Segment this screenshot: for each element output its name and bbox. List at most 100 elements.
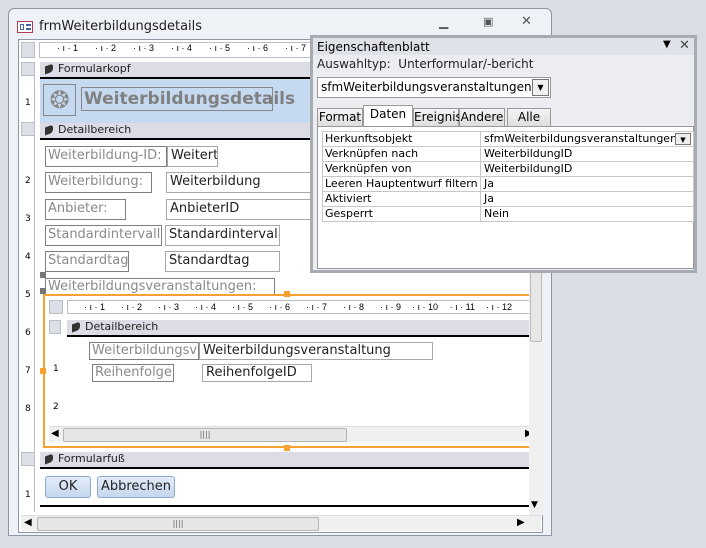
property-sheet-title: Eigenschaftenblatt	[317, 40, 430, 54]
subform-field-textbox[interactable]: Weiterbildungsveranstaltung	[199, 342, 433, 360]
subform-section-bar-detail[interactable]: Detailbereich	[67, 320, 537, 337]
ok-button[interactable]: OK	[45, 476, 91, 498]
selection-type-caption: Auswahltyp:	[317, 57, 391, 71]
property-row[interactable]: Aktiviert Ja	[323, 192, 693, 207]
property-row[interactable]: Herkunftsobjekt sfmWeiterbildungsveransta…	[323, 132, 693, 147]
property-name: Gesperrt	[323, 207, 481, 222]
footer-selector[interactable]	[21, 452, 35, 466]
subform-detail-selector[interactable]	[49, 320, 61, 334]
ruler-tick: · ı · 5	[231, 302, 253, 312]
property-row[interactable]: Verknüpfen von WeiterbildungID	[323, 162, 693, 177]
property-value[interactable]: Ja	[482, 177, 694, 192]
object-selector-dropdown[interactable]: sfmWeiterbildungsveranstaltungen ▼	[317, 77, 551, 98]
property-name: Herkunftsobjekt	[323, 132, 481, 147]
field-textbox[interactable]: Weiterbildung	[166, 172, 316, 193]
chevron-down-icon[interactable]: ▼	[532, 79, 549, 96]
subform-select-button[interactable]	[49, 300, 63, 314]
property-name: Leeren Hauptentwurf filtern	[323, 177, 481, 192]
ruler-tick: · ı · 10	[411, 302, 438, 312]
scroll-right-icon[interactable]: ▶	[517, 517, 525, 528]
property-value[interactable]: WeiterbildungID	[482, 162, 694, 177]
vruler-tick: 7	[25, 366, 31, 376]
maximize-button[interactable]: ▣	[483, 15, 493, 28]
field-label[interactable]: Anbieter:	[45, 199, 126, 220]
section-bar-form-footer[interactable]: Formularfuß	[40, 452, 530, 469]
cancel-button[interactable]: Abbrechen	[97, 476, 175, 498]
resize-handle[interactable]	[284, 291, 290, 297]
property-name: Aktiviert	[323, 192, 481, 207]
selection-type-value: Unterformular/-bericht	[398, 57, 534, 71]
vruler-tick: 8	[25, 404, 31, 414]
resize-handle[interactable]	[284, 445, 290, 451]
property-name: Verknüpfen nach	[323, 147, 481, 162]
subform-field-label[interactable]: ReihenfolgeII	[92, 364, 174, 382]
scroll-thumb[interactable]: ||||	[37, 517, 319, 531]
property-name: Verknüpfen von	[323, 162, 481, 177]
resize-handle[interactable]	[40, 368, 46, 374]
subform-control[interactable]: · ı · 1 · ı · 2 · ı · 3 · ı · 4 · ı · 5 · ı ·…	[43, 294, 539, 448]
form-title-label[interactable]: Weiterbildungsdetails	[81, 87, 295, 111]
form-end-line	[40, 505, 530, 507]
field-label[interactable]: Weiterbildung:	[45, 172, 152, 193]
property-sheet: Eigenschaftenblatt ▼ ✕ Auswahltyp: Unter…	[310, 35, 697, 273]
ruler-tick: · ı · 1	[56, 43, 78, 53]
window-title: frmWeiterbildungsdetails	[39, 19, 203, 34]
field-textbox[interactable]: AnbieterID	[166, 199, 316, 220]
ruler-tick: · ı · 12	[485, 302, 512, 312]
property-value[interactable]: WeiterbildungID	[482, 147, 694, 162]
ruler-tick: · ı · 7	[284, 43, 306, 53]
detail-selector[interactable]	[21, 122, 35, 136]
ruler-tick: · ı · 6	[268, 302, 290, 312]
tab-ereignis[interactable]: Ereignis	[413, 108, 462, 127]
select-form-button[interactable]	[21, 42, 35, 58]
scroll-down-icon[interactable]: ▼	[531, 500, 538, 510]
scroll-left-icon[interactable]: ◀	[51, 428, 59, 439]
horizontal-scrollbar[interactable]: ◀ |||| ▶	[21, 515, 541, 531]
ruler-tick: · ı · 7	[305, 302, 327, 312]
minimize-button[interactable]: ▁	[439, 15, 448, 29]
field-textbox[interactable]: Weitert	[167, 146, 218, 167]
ruler-tick: · ı · 8	[342, 302, 364, 312]
tab-alle[interactable]: Alle	[507, 108, 551, 127]
scroll-thumb[interactable]: ||||	[63, 428, 347, 442]
subform-field-label[interactable]: Weiterbildungsve	[89, 342, 199, 360]
close-icon[interactable]: ✕	[679, 38, 690, 53]
dropdown-arrow-icon[interactable]: ▼	[663, 39, 671, 50]
property-row[interactable]: Leeren Hauptentwurf filtern Ja	[323, 177, 693, 192]
ruler-tick: · ı · 6	[246, 43, 268, 53]
section-label: Formularkopf	[58, 62, 131, 75]
field-label[interactable]: Standardtag:	[45, 251, 129, 272]
ruler-tick: · ı · 2	[120, 302, 142, 312]
ruler-tick: · ı · 5	[208, 43, 230, 53]
property-value[interactable]: Nein	[482, 207, 694, 222]
selection-type-label: Auswahltyp: Unterformular/-bericht	[317, 57, 533, 71]
property-value[interactable]: Ja	[482, 192, 694, 207]
vruler-tick: 2	[25, 176, 31, 186]
subform-horizontal-scrollbar[interactable]: ◀ |||| ▶	[49, 426, 537, 442]
ruler-tick: · ı · 2	[94, 43, 116, 53]
field-label[interactable]: Standardintervall:	[45, 225, 162, 246]
scroll-left-icon[interactable]: ◀	[24, 517, 32, 528]
property-row[interactable]: Gesperrt Nein	[323, 207, 693, 222]
tab-daten[interactable]: Daten	[363, 105, 413, 126]
header-selector[interactable]	[21, 62, 35, 76]
field-label[interactable]: Weiterbildung-ID:	[45, 146, 167, 167]
ruler-tick: · ı · 4	[194, 302, 216, 312]
selected-object: sfmWeiterbildungsveranstaltungen	[321, 80, 532, 94]
tab-format[interactable]: Format	[317, 108, 363, 127]
property-value[interactable]: sfmWeiterbildungsveranstaltungen	[482, 132, 694, 147]
ruler-tick: · ı · 11	[449, 302, 475, 312]
brain-icon[interactable]: ❂	[43, 84, 76, 116]
section-label: Detailbereich	[58, 123, 132, 136]
tab-andere[interactable]: Andere	[459, 108, 505, 127]
field-textbox[interactable]: Standardintervall	[165, 225, 280, 246]
subform-field-textbox[interactable]: ReihenfolgeID	[202, 364, 312, 382]
field-textbox[interactable]: Standardtag	[165, 251, 280, 272]
chevron-down-icon[interactable]: ▼	[675, 133, 691, 145]
property-grid-panel: Herkunftsobjekt sfmWeiterbildungsveransta…	[317, 126, 694, 269]
vruler-tick: 1	[25, 98, 31, 108]
close-button[interactable]: ✕	[521, 14, 532, 29]
property-row[interactable]: Verknüpfen nach WeiterbildungID	[323, 147, 693, 162]
vruler-tick: 1	[25, 490, 31, 500]
form-icon	[17, 21, 33, 33]
